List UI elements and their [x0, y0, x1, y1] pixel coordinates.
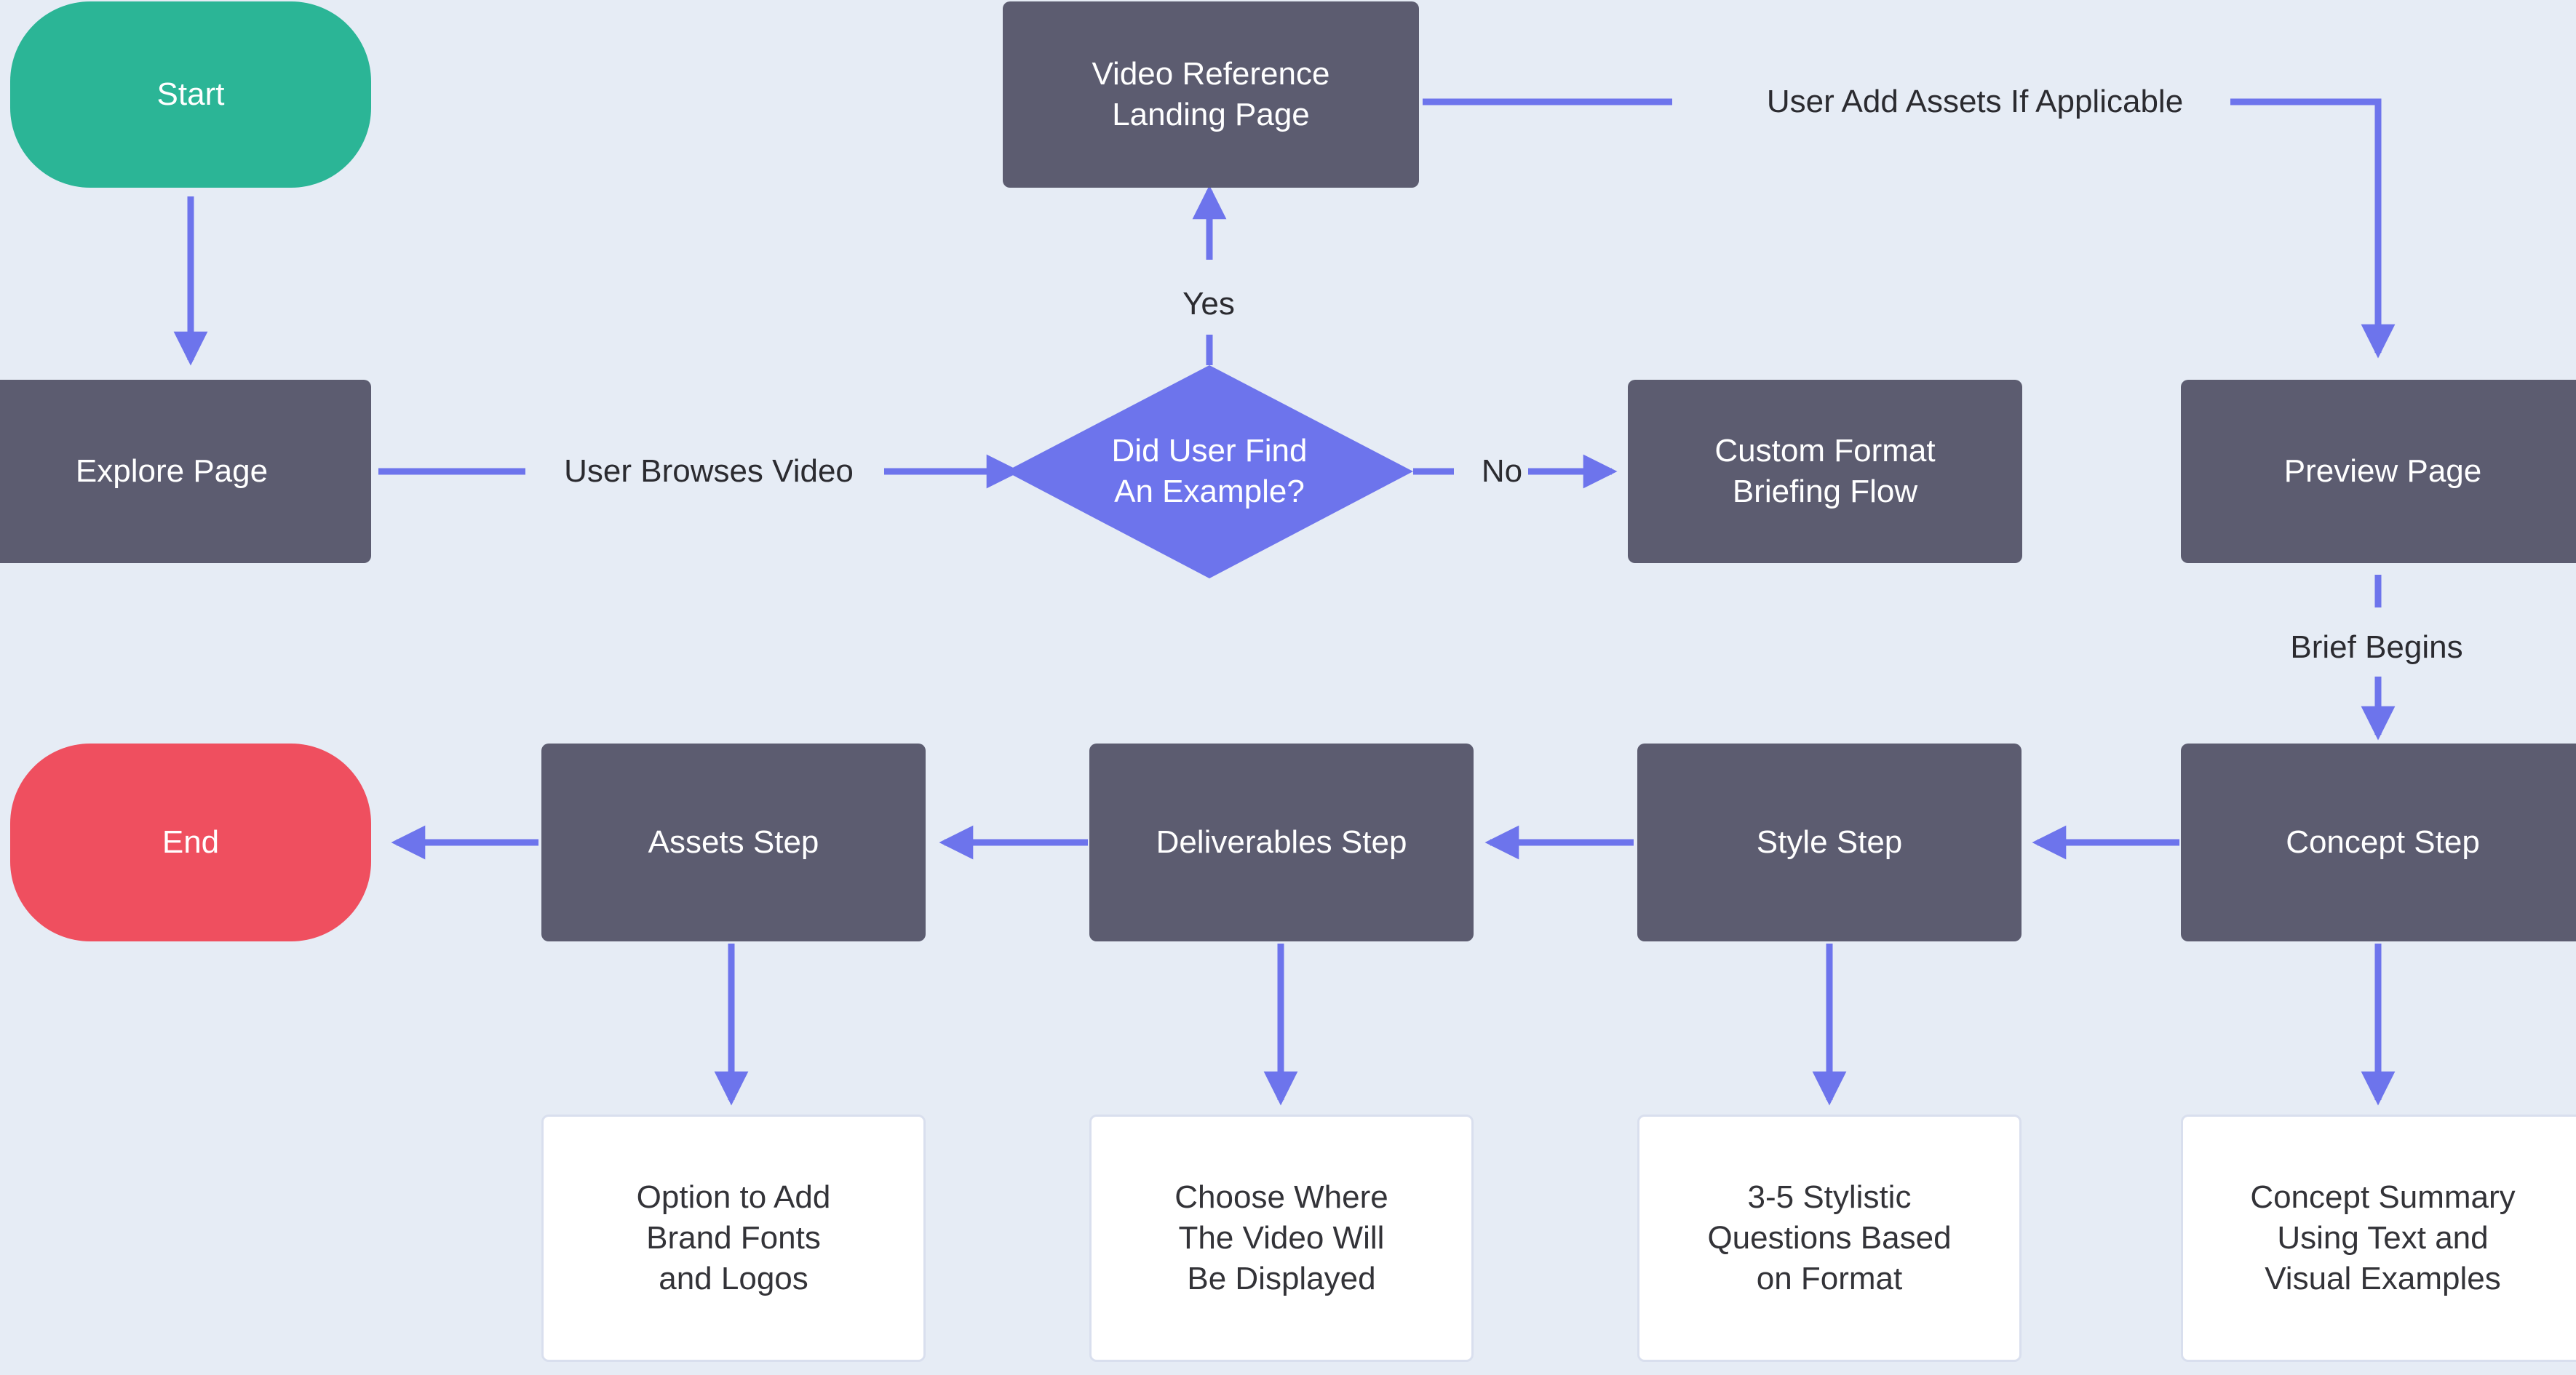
node-decision-label: Did User Find An Example? — [1111, 432, 1308, 509]
node-video-reference-landing-page[interactable]: Video Reference Landing Page — [1003, 1, 1419, 188]
node-deliverables-detail[interactable]: Choose Where The Video Will Be Displayed — [1089, 1115, 1474, 1362]
node-concept-step[interactable]: Concept Step — [2181, 744, 2576, 941]
node-explore-page[interactable]: Explore Page — [0, 380, 371, 563]
decision-node-shape[interactable] — [1006, 365, 1413, 578]
node-end[interactable]: End — [10, 744, 371, 941]
edge-video-reference-to-preview-page — [1423, 98, 2396, 359]
node-style-step[interactable]: Style Step — [1637, 744, 2022, 941]
node-assets-step[interactable]: Assets Step — [541, 744, 926, 941]
node-concept-detail[interactable]: Concept Summary Using Text and Visual Ex… — [2181, 1115, 2576, 1362]
node-preview-page[interactable]: Preview Page — [2181, 380, 2576, 563]
node-deliverables-step[interactable]: Deliverables Step — [1089, 744, 1474, 941]
edge-label-no: No — [1481, 453, 1523, 489]
flowchart-canvas: Start Explore Page Video Reference Landi… — [0, 0, 2576, 1375]
node-style-detail[interactable]: 3-5 Stylistic Questions Based on Format — [1637, 1115, 2022, 1362]
edge-label-user-browses-video: User Browses Video — [564, 453, 854, 489]
node-custom-format-briefing-flow[interactable]: Custom Format Briefing Flow — [1628, 380, 2022, 563]
edge-label-brief-begins: Brief Begins — [2290, 629, 2463, 665]
node-start[interactable]: Start — [10, 1, 371, 188]
edge-label-user-add-assets-if-applicable: User Add Assets If Applicable — [1766, 84, 2184, 119]
node-assets-detail[interactable]: Option to Add Brand Fonts and Logos — [541, 1115, 926, 1362]
edge-label-yes: Yes — [1182, 286, 1235, 322]
